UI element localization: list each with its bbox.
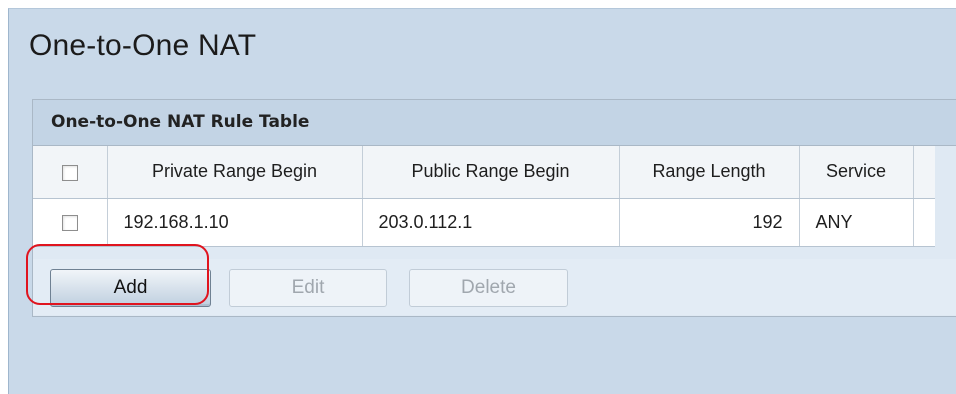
select-all-checkbox[interactable] <box>61 164 78 181</box>
row-select-cell <box>33 198 108 247</box>
row-checkbox[interactable] <box>61 214 78 231</box>
column-header-service[interactable]: Service <box>799 146 914 199</box>
table-header-row: Private Range Begin Public Range Begin R… <box>33 146 935 199</box>
table-row[interactable]: 192.168.1.10 203.0.112.1 192 ANY <box>33 198 935 247</box>
page-title: One-to-One NAT <box>29 29 257 62</box>
column-header-range-length[interactable]: Range Length <box>619 146 800 199</box>
cell-private-range-begin: 192.168.1.10 <box>107 198 363 247</box>
page-content: One-to-One NAT One-to-One NAT Rule Table… <box>8 8 956 394</box>
delete-button[interactable]: Delete <box>409 269 568 307</box>
edit-button[interactable]: Edit <box>229 269 387 307</box>
cell-service: ANY <box>799 198 914 247</box>
select-all-cell <box>33 146 108 199</box>
add-button-highlight <box>26 244 209 305</box>
column-header-private-range-begin[interactable]: Private Range Begin <box>107 146 363 199</box>
cell-public-range-begin: 203.0.112.1 <box>362 198 620 247</box>
rule-table-title: One-to-One NAT Rule Table <box>33 100 956 146</box>
column-header-public-range-begin[interactable]: Public Range Begin <box>362 146 620 199</box>
rule-table: Private Range Begin Public Range Begin R… <box>33 146 935 247</box>
cell-spacer <box>913 198 935 247</box>
column-header-spacer <box>913 146 935 199</box>
cell-range-length: 192 <box>619 198 800 247</box>
